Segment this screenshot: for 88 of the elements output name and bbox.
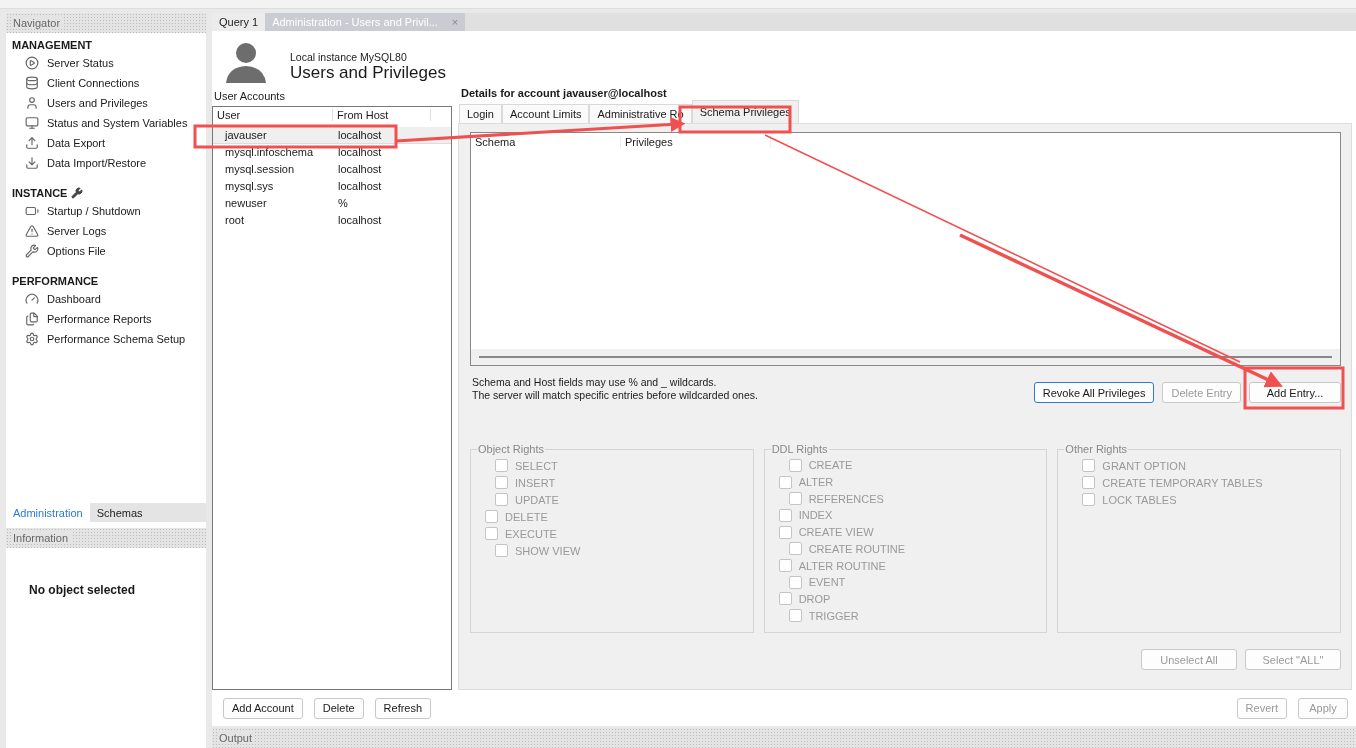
nav-item[interactable]: Server Logs [12, 221, 200, 241]
checkbox-label: ALTER ROUTINE [798, 559, 886, 572]
column-header[interactable]: From Host [333, 109, 431, 121]
nav-item[interactable]: Status and System Variables [12, 113, 200, 133]
pane-title: Navigator [13, 17, 64, 29]
nav-item[interactable]: Client Connections [12, 73, 200, 93]
checkbox-label: LOCK TABLES [1102, 493, 1177, 506]
checkbox-label: CREATE TEMPORARY TABLES [1102, 476, 1263, 489]
gauge-icon [25, 292, 39, 306]
entry-button[interactable]: Revoke All Privileges [1033, 382, 1155, 403]
checkbox-label: EXECUTE [505, 527, 557, 540]
wrench-icon [25, 244, 39, 258]
scrollbar[interactable] [479, 356, 1332, 358]
nav-item[interactable]: Users and Privileges [12, 93, 200, 113]
checkbox-label: GRANT OPTION [1102, 459, 1186, 472]
table-cell-text: newuser [225, 197, 268, 209]
details-tab[interactable]: Account Limits [501, 104, 590, 123]
section-heading: INSTANCE [12, 187, 68, 199]
checkbox-label: CREATE [808, 459, 853, 472]
column-header[interactable]: User [213, 109, 333, 121]
info-message: No object selected [29, 583, 136, 597]
section-heading: PERFORMANCE [12, 275, 99, 287]
download-icon [25, 156, 39, 170]
pane-title: Output [219, 732, 256, 744]
battery-icon [25, 204, 39, 218]
checkbox-label: SHOW VIEW [515, 544, 581, 557]
group-title: DDL Rights [770, 443, 829, 455]
upload-icon [25, 136, 39, 150]
user-silhouette-icon [224, 41, 268, 83]
checkbox-label: EVENT [808, 576, 846, 589]
hint-text: Schema and Host fields may use % and _ wildcards. [472, 376, 718, 389]
checkbox-label: UPDATE [515, 493, 559, 506]
warning-icon [25, 224, 39, 238]
instance-name: Local instance MySQL80 [290, 51, 408, 63]
checkbox-label: SELECT [515, 459, 558, 472]
table-cell-text: localhost [338, 163, 383, 175]
section-heading: MANAGEMENT [12, 39, 93, 51]
settings-icon [25, 332, 39, 346]
checkbox-label: TRIGGER [808, 609, 859, 622]
checkbox-label: DROP [798, 592, 831, 605]
checkbox-label: REFERENCES [808, 492, 884, 505]
table-cell-text: mysql.session [225, 163, 296, 175]
group-title: Object Rights [477, 443, 546, 455]
account-button[interactable]: Add Account [223, 697, 303, 719]
table-cell-text: mysql.infoschema [225, 146, 315, 158]
account-button[interactable]: Delete [313, 697, 364, 719]
nav-item[interactable]: Data Export [12, 133, 200, 153]
checkbox-label: CREATE ROUTINE [808, 542, 905, 555]
pane-title: Information [13, 532, 72, 544]
table-cell-text: localhost [338, 214, 383, 226]
hint-text: The server will match specific entries before wildcarded ones. [472, 389, 758, 402]
table-cell-text: localhost [338, 146, 383, 158]
table-cell-text: localhost [338, 180, 383, 192]
details-tab[interactable]: Login [459, 104, 502, 123]
wrench-icon [71, 187, 84, 199]
account-button[interactable]: Refresh [374, 697, 432, 719]
nav-item[interactable]: Options File [12, 241, 200, 261]
checkbox-label: DELETE [505, 510, 548, 523]
group-title: Other Rights [1064, 443, 1129, 455]
panel-tab[interactable]: Schemas [89, 503, 150, 522]
nav-item[interactable]: Data Import/Restore [12, 153, 200, 173]
table-cell-text: localhost [338, 129, 383, 141]
checkbox-label: ALTER [798, 476, 834, 489]
table-cell-text: % [338, 197, 349, 209]
table-cell-text: mysql.sys [225, 180, 275, 192]
page-title: Users and Privileges [290, 63, 446, 83]
table-cell-text: javauser [225, 129, 268, 141]
nav-item[interactable]: Performance Schema Setup [12, 329, 200, 349]
editor-tab[interactable]: Query 1 [212, 13, 266, 31]
monitor-icon [25, 116, 39, 130]
nav-item[interactable]: Server Status [12, 53, 200, 73]
checkbox-label: CREATE VIEW [798, 526, 874, 539]
details-title: Details for account javauser@localhost [460, 87, 668, 101]
nav-item[interactable]: Performance Reports [12, 309, 200, 329]
play-icon [25, 56, 39, 70]
checkbox-label: INSERT [515, 476, 556, 489]
files-icon [25, 312, 39, 326]
nav-item[interactable]: Dashboard [12, 289, 200, 309]
section-label: User Accounts [213, 89, 286, 104]
column-header[interactable]: Privileges [621, 136, 771, 148]
user-icon [25, 96, 39, 110]
nav-item[interactable]: Startup / Shutdown [12, 201, 200, 221]
database-icon [25, 76, 39, 90]
panel-tab[interactable]: Administration [6, 503, 90, 522]
table-cell-text: root [225, 214, 245, 226]
checkbox-label: INDEX [798, 509, 833, 522]
column-header[interactable]: Schema [471, 136, 621, 148]
entry-button[interactable]: Add Entry... [1249, 382, 1341, 403]
